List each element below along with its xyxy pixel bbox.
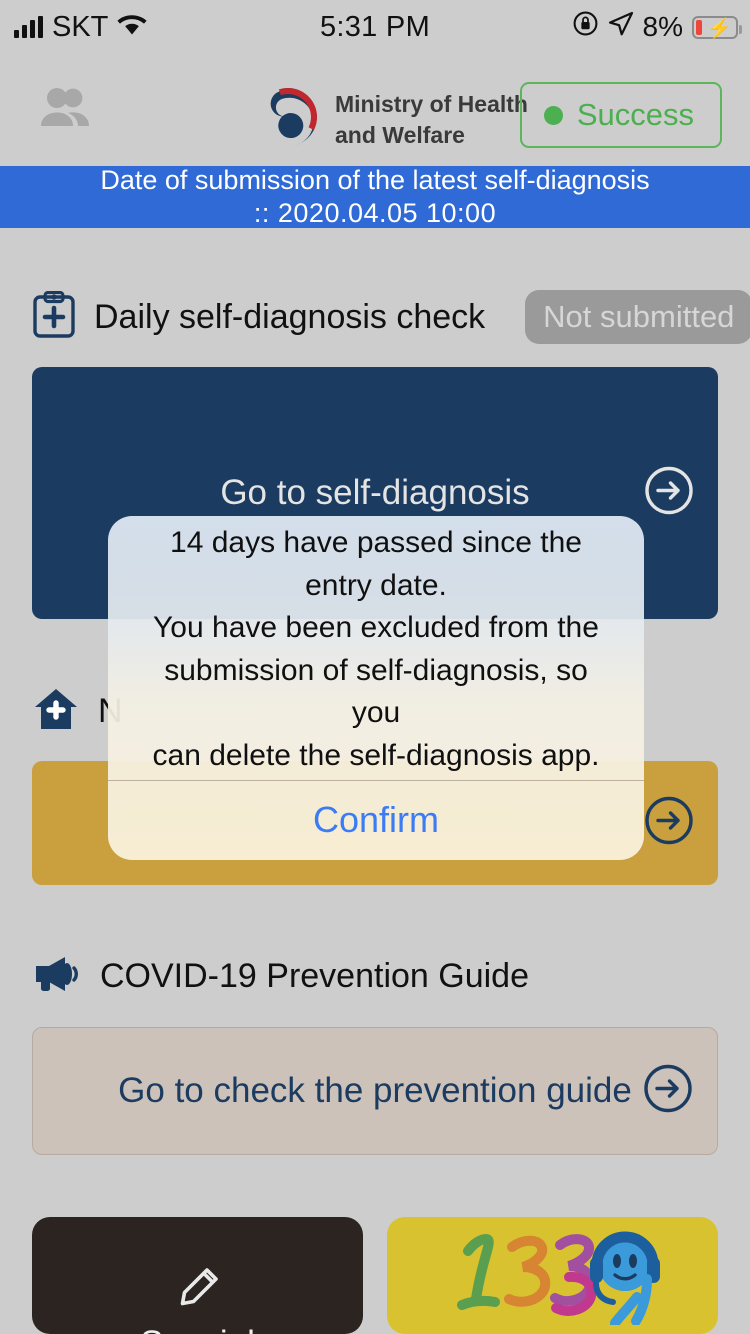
alert-dialog: 14 days have passed since the entry date… [108, 516, 644, 860]
clipboard-plus-icon [32, 290, 76, 344]
prevention-header: COVID-19 Prevention Guide [32, 952, 529, 1001]
arrow-right-circle-icon[interactable] [643, 1064, 693, 1119]
ministry-logo-line1: Ministry of Health [335, 91, 528, 118]
pencil-icon [174, 1265, 222, 1318]
banner-line2: :: 2020.04.05 10:00 [253, 198, 497, 228]
status-dot-icon [543, 105, 563, 125]
daily-check-title: Daily self-diagnosis check [94, 297, 486, 336]
status-bar: SKT 5:31 PM 8% ⚡ [0, 0, 750, 54]
go-to-self-diagnosis-label: Go to self-diagnosis [220, 473, 530, 512]
callcenter-tile[interactable] [387, 1217, 718, 1334]
alert-line-4: submission of self-diagnosis, so you [164, 653, 588, 730]
battery-percent-label: 8% [642, 11, 683, 42]
alert-line-1: 14 days have passed since the [170, 526, 582, 559]
rotation-lock-icon [572, 10, 599, 44]
app-header: Ministry of Health and Welfare Success [0, 54, 750, 166]
ministry-taegeuk-logo-icon [255, 84, 321, 155]
special-tile[interactable]: Special [32, 1217, 363, 1334]
alert-dialog-body: 14 days have passed since the entry date… [108, 516, 644, 780]
daily-check-header: Daily self-diagnosis check Not submitted [32, 290, 750, 344]
alert-dialog-footer: Confirm [108, 780, 644, 860]
ministry-logo-text: Ministry of Health and Welfare [335, 89, 528, 150]
battery-charging-icon: ⚡ [692, 15, 742, 40]
status-badge[interactable]: Success [519, 82, 722, 148]
latest-submission-banner: Date of submission of the latest self-di… [0, 165, 750, 228]
alert-dialog-message: 14 days have passed since the entry date… [136, 522, 616, 778]
ministry-logo-line2: and Welfare [335, 121, 465, 148]
alert-line-5: can delete the self-diagnosis app. [152, 738, 600, 772]
alert-line-2: entry date. [305, 568, 447, 602]
daily-check-status-badge: Not submitted [525, 290, 750, 344]
special-tile-label: Special [140, 1324, 255, 1334]
app-screen: SKT 5:31 PM 8% ⚡ Ministry of Health and … [0, 0, 750, 1334]
1339-headset-logo-icon [442, 1221, 664, 1330]
hospital-home-icon [32, 685, 80, 738]
prevention-guide-card[interactable]: Go to check the prevention guide [32, 1027, 718, 1155]
banner-line1: Date of submission of the latest self-di… [100, 165, 650, 195]
arrow-right-circle-icon[interactable] [644, 466, 694, 521]
prevention-title: COVID-19 Prevention Guide [100, 957, 529, 995]
megaphone-icon [32, 952, 82, 1001]
status-bar-right: 8% ⚡ [572, 10, 742, 44]
confirm-button[interactable]: Confirm [313, 799, 439, 841]
location-arrow-icon [608, 11, 634, 44]
alert-line-3: You have been excluded from the [153, 611, 599, 645]
people-icon[interactable] [38, 86, 90, 135]
status-badge-label: Success [576, 97, 694, 132]
prevention-guide-label: Go to check the prevention guide [118, 1071, 632, 1110]
arrow-right-circle-icon[interactable] [644, 796, 694, 851]
ministry-logo: Ministry of Health and Welfare [255, 84, 528, 155]
